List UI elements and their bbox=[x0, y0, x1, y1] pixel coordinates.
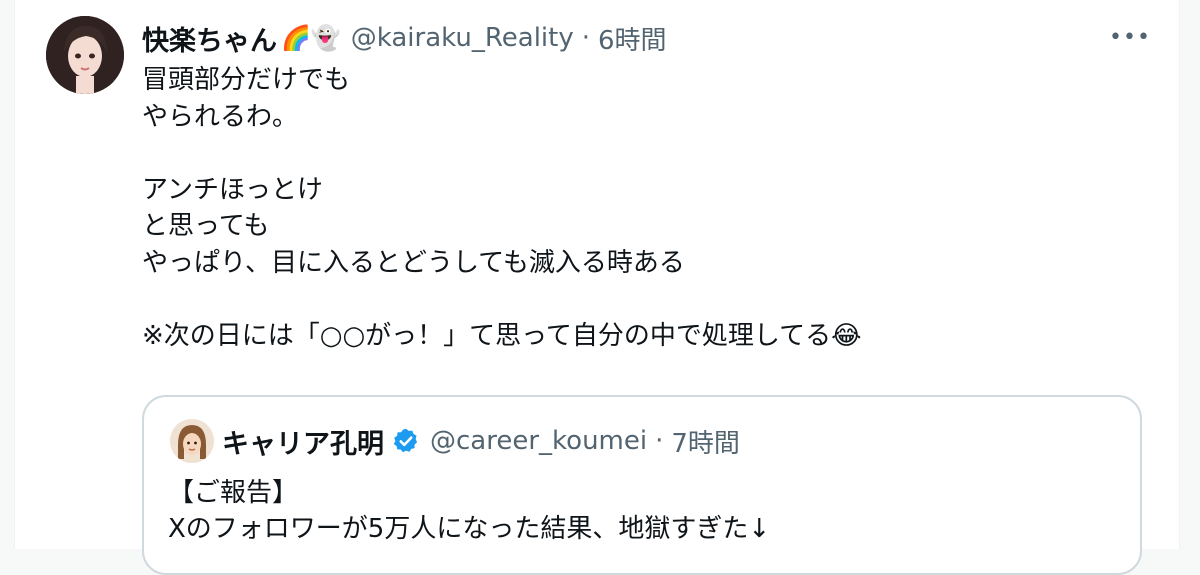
quoted-display-name[interactable]: キャリア孔明 bbox=[222, 422, 384, 461]
more-options-icon[interactable]: ••• bbox=[1109, 22, 1150, 52]
tweet-line: 冒頭部分だけでも bbox=[142, 65, 351, 95]
quoted-tweet[interactable]: キャリア孔明 @career_koumei · 7時間 【ご報告】 Xのフォロワ… bbox=[142, 395, 1142, 575]
verified-badge-icon bbox=[392, 427, 420, 455]
tweet-line bbox=[142, 281, 1122, 318]
tweet-line: やられるわ。 bbox=[142, 101, 299, 132]
tweet-line: と思っても bbox=[142, 211, 270, 241]
quoted-handle[interactable]: @career_koumei bbox=[430, 426, 647, 456]
quoted-text: 【ご報告】 Xのフォロワーが5万人になった結果、地獄すぎた↓ bbox=[168, 475, 1108, 547]
quoted-timestamp[interactable]: 7時間 bbox=[671, 423, 740, 460]
tweet-line bbox=[142, 135, 1122, 172]
tweet-line: ※次の日には「○○がっ！」て思って自分の中で処理してる😂 bbox=[142, 320, 862, 351]
avatar-image bbox=[46, 16, 124, 94]
avatar[interactable] bbox=[46, 16, 124, 94]
quoted-avatar[interactable] bbox=[170, 419, 214, 463]
quoted-header: キャリア孔明 @career_koumei · 7時間 bbox=[222, 422, 740, 461]
display-name[interactable]: 快楽ちゃん bbox=[142, 19, 277, 58]
quoted-separator-dot: · bbox=[655, 426, 664, 456]
tweet-text: 冒頭部分だけでも やられるわ。 アンチほっとけ と思っても やっぱり、目に入ると… bbox=[142, 62, 1122, 354]
tweet-line: アンチほっとけ bbox=[142, 174, 323, 205]
name-emojis: 🌈👻 bbox=[281, 24, 341, 52]
separator-dot: · bbox=[581, 23, 590, 53]
user-handle[interactable]: @kairaku_Reality bbox=[351, 23, 574, 53]
quoted-line: 【ご報告】 bbox=[168, 478, 299, 508]
quoted-line: Xのフォロワーが5万人になった結果、地獄すぎた↓ bbox=[168, 514, 771, 544]
quoted-avatar-image bbox=[170, 419, 214, 463]
timestamp[interactable]: 6時間 bbox=[598, 20, 667, 57]
tweet-line: やっぱり、目に入るとどうしても滅入る時ある bbox=[142, 247, 685, 278]
tweet-header: 快楽ちゃん 🌈👻 @kairaku_Reality · 6時間 bbox=[142, 18, 667, 58]
